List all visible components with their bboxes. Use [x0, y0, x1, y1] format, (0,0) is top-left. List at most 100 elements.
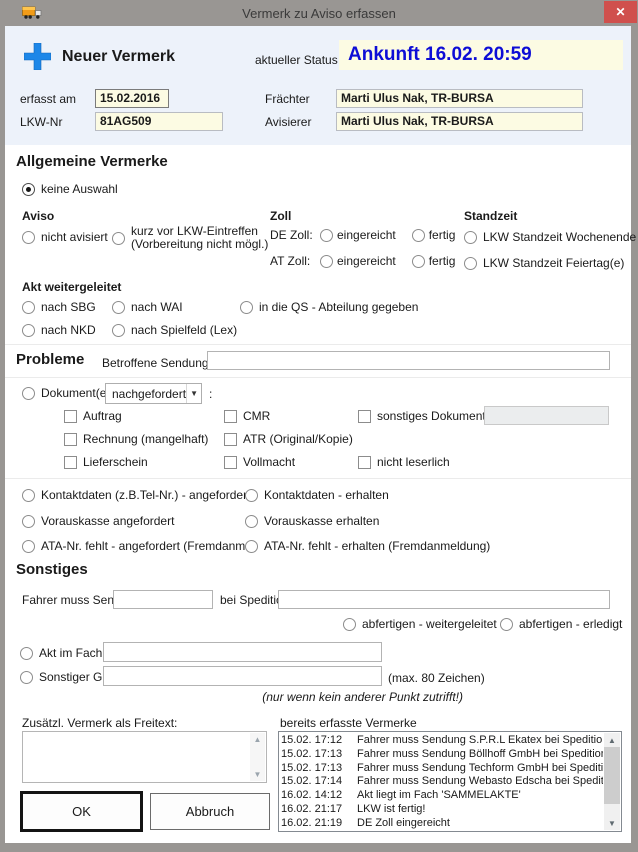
checkbox-sonstiges-dokument[interactable] [358, 410, 371, 423]
list-item[interactable]: 15.02. 17:14Fahrer muss Sendung Webasto … [281, 775, 603, 789]
radio-ata-angefordert[interactable] [22, 540, 35, 553]
radio-nicht-avisiert[interactable] [22, 231, 35, 244]
radio-standzeit-wochenende[interactable] [464, 231, 477, 244]
textarea-scrollbar[interactable]: ▲ ▼ [250, 733, 265, 781]
radio-ata-erhalten[interactable] [245, 540, 258, 553]
radio-keine-auswahl[interactable] [22, 183, 35, 196]
radio-standzeit-feiertag[interactable] [464, 257, 477, 270]
close-button[interactable]: ✕ [604, 1, 637, 23]
radio-akt-im-fach[interactable] [20, 647, 33, 660]
list-item[interactable]: 16.02. 21:17LKW ist fertig! [281, 803, 603, 817]
lkw-nr-field[interactable]: 81AG509 [95, 112, 223, 131]
section-probleme: Probleme [16, 351, 84, 368]
radio-nach-spielfeld[interactable] [112, 324, 125, 337]
radio-standzeit-feiertag-label: LKW Standzeit Feiertag(e) [483, 256, 624, 270]
freitext-textarea[interactable]: ▲ ▼ [22, 731, 267, 783]
radio-kurz-vor-eintreffen[interactable] [112, 232, 125, 245]
radio-dokumente-label: Dokument(e) [41, 386, 110, 400]
radio-nach-wai-label: nach WAI [131, 300, 183, 314]
vermerke-rows: 15.02. 17:12Fahrer muss Sendung S.P.R.L … [281, 734, 603, 829]
checkbox-vollmacht-label: Vollmacht [243, 455, 295, 469]
list-item[interactable]: 15.02. 17:13Fahrer muss Sendung Techform… [281, 762, 603, 776]
fraechter-field[interactable]: Marti Ulus Nak, TR-BURSA [336, 89, 583, 108]
radio-dokumente[interactable] [22, 387, 35, 400]
checkbox-atr[interactable] [224, 433, 237, 446]
checkbox-nicht-leserlich-label: nicht leserlich [377, 455, 450, 469]
checkbox-nicht-leserlich[interactable] [358, 456, 371, 469]
radio-kontaktdaten-angefordert[interactable] [22, 489, 35, 502]
divider [5, 478, 631, 479]
vermerke-label: bereits erfasste Vermerke [280, 716, 417, 730]
radio-vorauskasse-angefordert-label: Vorauskasse angefordert [41, 514, 174, 528]
checkbox-auftrag[interactable] [64, 410, 77, 423]
list-item[interactable]: 16.02. 21:19DE Zoll eingereicht [281, 817, 603, 829]
radio-nach-nkd-label: nach NKD [41, 323, 96, 337]
list-item[interactable]: 15.02. 17:12Fahrer muss Sendung S.P.R.L … [281, 734, 603, 748]
list-item[interactable]: 15.02. 17:13Fahrer muss Sendung Böllhoff… [281, 748, 603, 762]
betroffene-sendungen-input[interactable] [207, 351, 610, 370]
group-standzeit-label: Standzeit [464, 209, 517, 223]
close-icon: ✕ [615, 5, 625, 19]
radio-at-zoll-eingereicht[interactable] [320, 255, 333, 268]
section-allgemeine-vermerke: Allgemeine Vermerke [16, 153, 168, 170]
list-scrollbar[interactable]: ▲ ▼ [604, 733, 620, 830]
scroll-down-icon[interactable]: ▼ [254, 768, 262, 781]
radio-vorauskasse-erhalten-label: Vorauskasse erhalten [264, 514, 379, 528]
radio-nach-sbg[interactable] [22, 301, 35, 314]
radio-at-zoll-fertig-label: fertig [429, 254, 456, 268]
de-zoll-label: DE Zoll: [270, 228, 316, 242]
window-title: Vermerk zu Aviso erfassen [0, 6, 638, 21]
erfasst-am-label: erfasst am [20, 92, 76, 106]
ok-button[interactable]: OK [20, 791, 143, 832]
checkbox-vollmacht[interactable] [224, 456, 237, 469]
section-sonstiges: Sonstiges [16, 561, 88, 578]
radio-at-zoll-eingereicht-label: eingereicht [337, 254, 396, 268]
abbruch-button[interactable]: Abbruch [150, 793, 270, 830]
checkbox-lieferschein-label: Lieferschein [83, 455, 148, 469]
checkbox-lieferschein[interactable] [64, 456, 77, 469]
scroll-up-icon[interactable]: ▲ [604, 733, 620, 747]
sonstiger-grund-input[interactable] [103, 666, 382, 686]
plus-icon [24, 43, 51, 73]
radio-kurz-vor-label-line1: kurz vor LKW-Eintreffen [131, 224, 258, 238]
checkbox-sonstiges-dokument-label: sonstiges Dokument: [377, 409, 489, 423]
radio-at-zoll-fertig[interactable] [412, 255, 425, 268]
chevron-down-icon[interactable]: ▼ [186, 384, 201, 403]
lkw-nr-label: LKW-Nr [20, 115, 62, 129]
radio-nach-sbg-label: nach SBG [41, 300, 96, 314]
akt-im-fach-input[interactable] [103, 642, 382, 662]
erfasst-am-field[interactable]: 15.02.2016 [95, 89, 169, 108]
radio-vorauskasse-erhalten[interactable] [245, 515, 258, 528]
radio-qs-abteilung[interactable] [240, 301, 253, 314]
avisierer-field[interactable]: Marti Ulus Nak, TR-BURSA [336, 112, 583, 131]
spedition-input[interactable] [278, 590, 610, 609]
radio-standzeit-wochenende-label: LKW Standzeit Wochenende [483, 230, 636, 244]
radio-abfertigen-weitergeleitet[interactable] [343, 618, 356, 631]
radio-vorauskasse-angefordert[interactable] [22, 515, 35, 528]
scroll-up-icon[interactable]: ▲ [254, 733, 262, 746]
sonstiges-dokument-input[interactable] [484, 406, 609, 425]
scrollbar-thumb[interactable] [604, 747, 620, 804]
radio-ata-erhalten-label: ATA-Nr. fehlt - erhalten (Fremdanmeldung… [264, 539, 490, 553]
radio-abfertigen-weitergeleitet-label: abfertigen - weitergeleitet [362, 617, 497, 631]
radio-sonstiger-grund[interactable] [20, 671, 33, 684]
list-item[interactable]: 16.02. 14:12Akt liegt im Fach 'SAMMELAKT… [281, 789, 603, 803]
radio-nach-wai[interactable] [112, 301, 125, 314]
vermerke-list[interactable]: 15.02. 17:12Fahrer muss Sendung S.P.R.L … [278, 731, 622, 832]
radio-de-zoll-fertig[interactable] [412, 229, 425, 242]
checkbox-cmr[interactable] [224, 410, 237, 423]
radio-kontaktdaten-erhalten[interactable] [245, 489, 258, 502]
radio-de-zoll-eingereicht[interactable] [320, 229, 333, 242]
checkbox-rechnung[interactable] [64, 433, 77, 446]
dialog-window: Vermerk zu Aviso erfassen ✕ Neuer Vermer… [0, 0, 638, 852]
sendung-input[interactable] [113, 590, 213, 609]
radio-nach-nkd[interactable] [22, 324, 35, 337]
scroll-down-icon[interactable]: ▼ [604, 816, 620, 830]
freitext-label: Zusätzl. Vermerk als Freitext: [22, 716, 177, 730]
radio-qs-abteilung-label: in die QS - Abteilung gegeben [259, 300, 418, 314]
radio-abfertigen-erledigt[interactable] [500, 618, 513, 631]
status-label: aktueller Status [255, 53, 338, 67]
group-aviso-label: Aviso [22, 209, 54, 223]
dropdown-dokument-status[interactable]: nachgefordert ▼ [105, 383, 202, 404]
radio-nach-spielfeld-label: nach Spielfeld (Lex) [131, 323, 237, 337]
